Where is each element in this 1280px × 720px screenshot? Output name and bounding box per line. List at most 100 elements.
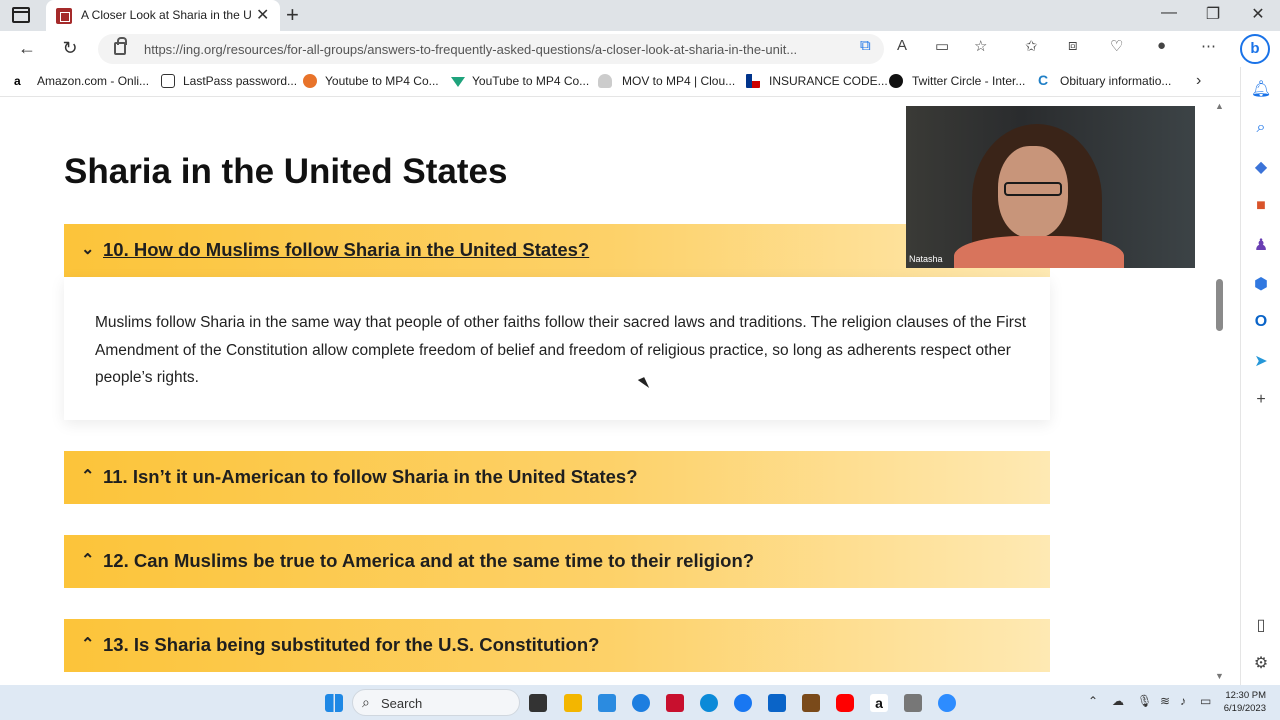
edge-dev-icon[interactable] — [632, 694, 650, 712]
bookmark-item[interactable]: Obituary informatio... — [1060, 74, 1171, 88]
faq-item-13[interactable]: ⌃ 13. Is Sharia being substituted for th… — [64, 619, 1050, 672]
file-explorer-icon[interactable] — [564, 694, 582, 712]
bookmark-item[interactable]: Youtube to MP4 Co... — [325, 74, 439, 88]
bookmark-item[interactable]: LastPass password... — [183, 74, 297, 88]
tab-actions-icon[interactable] — [12, 7, 30, 23]
close-tab-icon[interactable]: ✕ — [256, 5, 269, 25]
hide-sidebar-icon[interactable]: ▯ — [1248, 615, 1274, 637]
wifi-icon[interactable]: ≋ — [1160, 694, 1170, 708]
youtube-icon[interactable] — [836, 694, 854, 712]
drop-icon[interactable]: ➤ — [1248, 351, 1274, 373]
mcafee-icon[interactable] — [666, 694, 684, 712]
browser-essentials-icon[interactable]: ♡ — [1110, 37, 1123, 55]
tab-title: A Closer Look at Sharia in the Un — [81, 8, 251, 22]
bing-chat-icon[interactable]: b — [1240, 34, 1270, 64]
settings-gear-icon[interactable]: ⚙ — [1248, 653, 1274, 675]
windows-taskbar: ⌕ Search a ⌃ ☁ 🎙︎ ≋ ♪ ▭ 12:30 PM 6/19/20… — [0, 685, 1280, 720]
bookmark-item[interactable]: Amazon.com - Onli... — [37, 74, 149, 88]
webcam-name-label: Natasha — [909, 254, 943, 264]
faq-question[interactable]: 10. How do Muslims follow Sharia in the … — [103, 239, 589, 261]
app-available-icon[interactable]: ⧉ — [860, 37, 871, 54]
clock-date: 6/19/2023 — [1223, 703, 1266, 714]
search-icon[interactable]: ⌕ — [1248, 119, 1274, 141]
back-icon[interactable]: ← — [15, 38, 39, 59]
edge-icon[interactable] — [700, 694, 718, 712]
microphone-icon[interactable]: 🎙︎ — [1137, 694, 1152, 708]
webcam-person-body — [954, 236, 1124, 268]
edge-sidebar: 🔔︎ ⌕ ◆ ■ ♟ ⬢ O ➤ + ▯ ⚙ — [1240, 67, 1280, 685]
amazon-icon: a — [14, 74, 28, 88]
read-aloud-icon[interactable]: A — [897, 37, 907, 54]
faq-question[interactable]: 12. Can Muslims be true to America and a… — [103, 550, 754, 572]
notifications-icon[interactable]: 🔔︎ — [1248, 79, 1274, 101]
page-scrollbar[interactable]: ▲ ▼ — [1212, 97, 1228, 685]
active-tab[interactable]: A Closer Look at Sharia in the Un ✕ — [46, 0, 280, 31]
close-window-icon[interactable]: ✕ — [1243, 4, 1273, 24]
obituary-site-icon: C — [1038, 72, 1049, 88]
bookmark-item[interactable]: MOV to MP4 | Clou... — [622, 74, 735, 88]
collections-icon[interactable]: ⧈ — [1068, 37, 1078, 54]
page-icon — [161, 74, 175, 88]
tools-icon[interactable]: ■ — [1248, 197, 1274, 219]
refresh-icon[interactable]: ↻ — [58, 38, 82, 59]
volume-icon[interactable]: ♪ — [1180, 694, 1186, 708]
youtube-converter-icon — [303, 74, 317, 88]
immersive-reader-icon[interactable]: ▭ — [935, 37, 949, 55]
converter-icon — [451, 77, 465, 87]
store-icon[interactable] — [598, 694, 616, 712]
battery-icon[interactable]: ▭ — [1200, 694, 1211, 708]
windows-start-icon[interactable] — [325, 694, 343, 712]
clock-time: 12:30 PM — [1225, 690, 1266, 701]
camera-icon[interactable] — [904, 694, 922, 712]
scroll-down-icon[interactable]: ▼ — [1215, 671, 1224, 681]
new-tab-icon[interactable]: + — [286, 2, 299, 28]
webcam-person-glasses — [1004, 182, 1062, 196]
faq-question[interactable]: 11. Isn’t it un-American to follow Shari… — [103, 466, 638, 488]
outlook-icon[interactable]: O — [1248, 313, 1274, 335]
faq-item-11[interactable]: ⌃ 11. Isn’t it un-American to follow Sha… — [64, 451, 1050, 504]
faq-answer-panel: Muslims follow Sharia in the same way th… — [64, 277, 1050, 420]
profile-icon[interactable]: ● — [1157, 37, 1166, 54]
bookmark-item[interactable]: YouTube to MP4 Co... — [472, 74, 589, 88]
more-bookmarks-icon[interactable]: › — [1196, 72, 1201, 90]
twitter-circle-icon — [889, 74, 903, 88]
zoom-icon[interactable] — [938, 694, 956, 712]
games-icon[interactable]: ♟ — [1248, 235, 1274, 257]
facebook-icon[interactable] — [734, 694, 752, 712]
tray-overflow-icon[interactable]: ⌃ — [1088, 694, 1098, 708]
lock-icon[interactable] — [114, 37, 127, 55]
scroll-up-icon[interactable]: ▲ — [1215, 101, 1224, 111]
search-icon: ⌕ — [362, 694, 370, 710]
tab-strip: A Closer Look at Sharia in the Un ✕ + — … — [0, 0, 1280, 31]
url-text[interactable]: https://ing.org/resources/for-all-groups… — [144, 42, 844, 57]
amazon-icon[interactable]: a — [870, 694, 888, 712]
shopping-bag-icon[interactable] — [802, 694, 820, 712]
minimize-icon[interactable]: — — [1154, 4, 1184, 22]
cloud-convert-icon — [598, 74, 612, 88]
microsoft-365-icon[interactable]: ⬢ — [1248, 274, 1274, 296]
favorites-icon[interactable]: ✩ — [1025, 37, 1038, 55]
navigation-bar: ← ↻ https://ing.org/resources/for-all-gr… — [0, 31, 1280, 67]
chevron-up-icon: ⌃ — [81, 636, 95, 653]
scroll-thumb[interactable] — [1216, 279, 1223, 331]
address-bar[interactable]: https://ing.org/resources/for-all-groups… — [98, 34, 884, 64]
bookmark-item[interactable]: INSURANCE CODE... — [769, 74, 888, 88]
add-sidebar-app-icon[interactable]: + — [1248, 391, 1274, 413]
outlook-icon[interactable] — [768, 694, 786, 712]
system-clock[interactable]: 12:30 PM 6/19/2023 — [1220, 689, 1266, 715]
faq-answer-text: Muslims follow Sharia in the same way th… — [95, 314, 1027, 386]
faq-question[interactable]: 13. Is Sharia being substituted for the … — [103, 634, 599, 656]
bookmark-item[interactable]: Twitter Circle - Inter... — [912, 74, 1025, 88]
page-heading: Sharia in the United States — [64, 152, 508, 191]
task-view-icon[interactable] — [529, 694, 547, 712]
maximize-icon[interactable]: ❐ — [1198, 4, 1228, 24]
faq-item-12[interactable]: ⌃ 12. Can Muslims be true to America and… — [64, 535, 1050, 588]
shopping-icon[interactable]: ◆ — [1248, 157, 1274, 179]
texas-flag-icon — [746, 74, 760, 88]
favorite-star-icon[interactable]: ☆ — [974, 37, 987, 55]
more-menu-icon[interactable]: ⋯ — [1201, 37, 1216, 55]
taskbar-search[interactable]: ⌕ Search — [352, 689, 520, 716]
sync-icon[interactable]: ☁ — [1112, 694, 1124, 708]
faq-item-10[interactable]: ⌄ 10. How do Muslims follow Sharia in th… — [64, 224, 1050, 277]
chevron-up-icon: ⌃ — [81, 468, 95, 485]
